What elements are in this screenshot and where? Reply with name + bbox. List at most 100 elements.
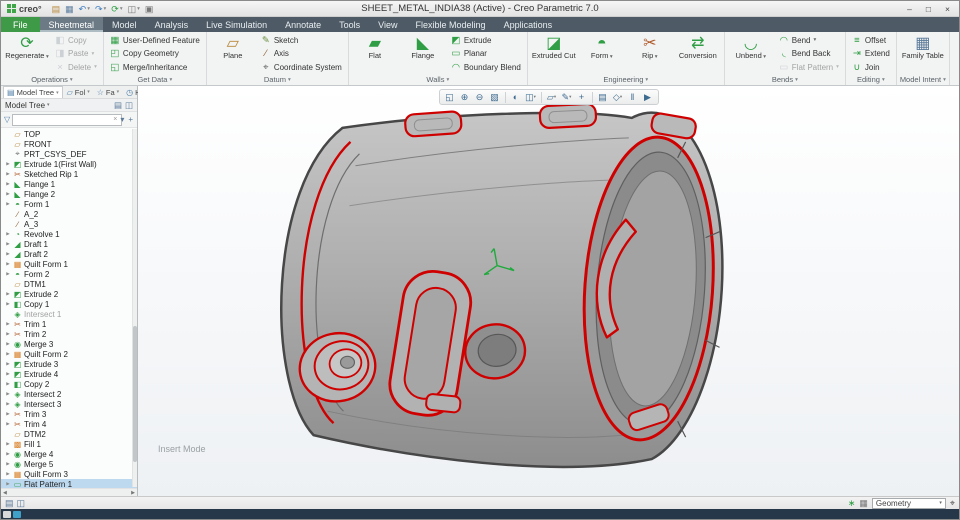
expand-arrow-icon[interactable]: ▶ — [5, 231, 11, 237]
creo-logo[interactable]: creo° — [3, 1, 46, 16]
tree-item-copy-2[interactable]: ▶ ◧ Copy 2 — [1, 379, 137, 389]
close-window-button[interactable]: ▣ — [143, 2, 156, 16]
tree-item-a-3[interactable]: ∕ A_3 — [1, 219, 137, 229]
scroll-left-icon[interactable]: ◀ — [3, 490, 7, 496]
tab-analysis[interactable]: Analysis — [146, 17, 198, 32]
regenerate-button[interactable]: ⟳ Regenerate ▾ — [4, 33, 50, 74]
bend-back-button[interactable]: ◟ Bend Back — [776, 47, 842, 60]
save-button[interactable]: ▦ — [63, 2, 76, 16]
group-label-datum[interactable]: Datum ▾ — [210, 74, 345, 85]
copy-button[interactable]: ◧ Copy — [52, 34, 100, 47]
pause-button[interactable]: ‖ — [626, 91, 640, 104]
tab-view[interactable]: View — [369, 17, 406, 32]
search-options-icon[interactable]: ▾ — [119, 115, 125, 124]
tree-item-trim-2[interactable]: ▶ ✂ Trim 2 — [1, 329, 137, 339]
tree-item-merge-3[interactable]: ▶ ◉ Merge 3 — [1, 339, 137, 349]
tree-item-sketched-rip-1[interactable]: ▶ ✂ Sketched Rip 1 — [1, 169, 137, 179]
tree-vertical-scrollbar[interactable] — [132, 129, 137, 487]
regenerate-quick-button[interactable]: ⟳ ▾ — [109, 2, 124, 16]
expand-arrow-icon[interactable]: ▶ — [5, 371, 11, 377]
expand-arrow-icon[interactable]: ▶ — [5, 381, 11, 387]
extruded-cut-button[interactable]: ◪ Extruded Cut — [531, 33, 577, 74]
tab-flexible-modeling[interactable]: Flexible Modeling — [407, 17, 495, 32]
panel-tab-model-tree[interactable]: ▤ Model Tree ▾ — [3, 86, 63, 98]
expand-arrow-icon[interactable]: ▶ — [5, 171, 11, 177]
expand-arrow-icon[interactable]: ▶ — [5, 321, 11, 327]
form-button[interactable]: ◓ Form ▾ — [579, 33, 625, 74]
tree-item-dtm2[interactable]: ▱ DTM2 — [1, 429, 137, 439]
group-label-get-data[interactable]: Get Data ▾ — [107, 74, 203, 85]
tree-item-quilt-form-2[interactable]: ▶ ▦ Quilt Form 2 — [1, 349, 137, 359]
browser-toggle-icon[interactable]: ◫ — [17, 498, 26, 509]
tree-item-front[interactable]: ▱ FRONT — [1, 139, 137, 149]
datum-display-button[interactable]: ▱ ▾ — [545, 91, 559, 104]
shading-with-edges-button[interactable]: ◐ — [509, 91, 523, 104]
repaint-button[interactable]: ▧ — [488, 91, 502, 104]
expand-arrow-icon[interactable]: ▶ — [5, 441, 11, 447]
window-maximize-button[interactable]: □ — [919, 2, 938, 16]
expand-arrow-icon[interactable]: ▶ — [5, 471, 11, 477]
tree-item-merge-4[interactable]: ▶ ◉ Merge 4 — [1, 449, 137, 459]
expand-arrow-icon[interactable]: ▶ — [5, 271, 11, 277]
paste-button[interactable]: ◨ Paste ▾ — [52, 47, 100, 60]
extend-button[interactable]: ⇥ Extend — [849, 47, 893, 60]
saved-orientations-button[interactable]: ◇ ▾ — [611, 91, 625, 104]
expand-arrow-icon[interactable]: ▶ — [5, 161, 11, 167]
task-item-1[interactable] — [3, 510, 11, 518]
tree-item-extrude-4[interactable]: ▶ ◩ Extrude 4 — [1, 369, 137, 379]
tree-item-quilt-form-3[interactable]: ▶ ▦ Quilt Form 3 — [1, 469, 137, 479]
expand-arrow-icon[interactable]: ▶ — [5, 391, 11, 397]
group-label-bends[interactable]: Bends ▾ — [728, 74, 842, 85]
window-close-button[interactable]: × — [938, 2, 957, 16]
boundary-blend-button[interactable]: ◠ Boundary Blend — [448, 61, 524, 74]
tab-model[interactable]: Model — [103, 17, 146, 32]
add-filter-icon[interactable]: + — [127, 115, 134, 124]
expand-arrow-icon[interactable]: ▶ — [5, 181, 11, 187]
tree-horizontal-scrollbar[interactable]: ◀ ▶ — [1, 488, 137, 496]
tab-live-simulation[interactable]: Live Simulation — [197, 17, 276, 32]
offset-button[interactable]: ≡ Offset — [849, 34, 893, 47]
tree-item-draft-2[interactable]: ▶ ◢ Draft 2 — [1, 249, 137, 259]
tree-item-intersect-2[interactable]: ▶ ◈ Intersect 2 — [1, 389, 137, 399]
selection-buffer-icon[interactable]: ▦ — [859, 498, 868, 509]
group-label-operations[interactable]: Operations ▾ — [4, 74, 100, 85]
tree-item-prt-csys-def[interactable]: ⌖ PRT_CSYS_DEF — [1, 149, 137, 159]
tree-item-flange-2[interactable]: ▶ ◣ Flange 2 — [1, 189, 137, 199]
tree-layout-icon[interactable]: ◫ — [125, 100, 133, 111]
expand-arrow-icon[interactable]: ▶ — [5, 251, 11, 257]
find-icon[interactable]: ⌖ — [950, 498, 955, 509]
tree-item-trim-1[interactable]: ▶ ✂ Trim 1 — [1, 319, 137, 329]
zoom-in-button[interactable]: ⊕ — [458, 91, 472, 104]
graphics-viewport[interactable]: ◱ ⊕ ⊖ ▧ ◐ ◫ ▾ ▱ ▾ ✎ ▾ + ▤ ◇ ▾ ‖ ▶ Insert Mode — [138, 86, 959, 496]
tree-item-intersect-1[interactable]: ◈ Intersect 1 — [1, 309, 137, 319]
tree-item-a-2[interactable]: ∕ A_2 — [1, 209, 137, 219]
group-label-model-intent[interactable]: Model Intent ▾ — [900, 74, 946, 85]
display-style-button[interactable]: ◫ ▾ — [524, 91, 538, 104]
tab-applications[interactable]: Applications — [495, 17, 562, 32]
flange-button[interactable]: ◣ Flange — [400, 33, 446, 74]
window-minimize-button[interactable]: – — [900, 2, 919, 16]
user-defined-feature-button[interactable]: ▦ User-Defined Feature — [107, 34, 203, 47]
task-item-2[interactable] — [13, 510, 21, 518]
tree-item-extrude-2[interactable]: ▶ ◩ Extrude 2 — [1, 289, 137, 299]
join-button[interactable]: ∪ Join — [849, 61, 893, 74]
clear-search-icon[interactable]: × — [113, 116, 117, 123]
copy-geometry-button[interactable]: ◰ Copy Geometry — [107, 47, 203, 60]
play-button[interactable]: ▶ — [641, 91, 655, 104]
unbend-button[interactable]: ◡ Unbend ▾ — [728, 33, 774, 74]
planar-button[interactable]: ▭ Planar — [448, 47, 524, 60]
tree-item-quilt-form-1[interactable]: ▶ ▦ Quilt Form 1 — [1, 259, 137, 269]
tab-annotate[interactable]: Annotate — [276, 17, 330, 32]
expand-arrow-icon[interactable]: ▶ — [5, 241, 11, 247]
zoom-out-button[interactable]: ⊖ — [473, 91, 487, 104]
tree-item-trim-3[interactable]: ▶ ✂ Trim 3 — [1, 409, 137, 419]
tree-item-flange-1[interactable]: ▶ ◣ Flange 1 — [1, 179, 137, 189]
expand-arrow-icon[interactable]: ▶ — [5, 291, 11, 297]
expand-arrow-icon[interactable]: ▶ — [5, 341, 11, 347]
open-button[interactable]: ▤ — [50, 2, 63, 16]
sheet-metal-part[interactable] — [280, 102, 724, 469]
tree-item-draft-1[interactable]: ▶ ◢ Draft 1 — [1, 239, 137, 249]
regen-status-icon[interactable]: ∗ — [848, 498, 856, 509]
group-label-walls[interactable]: Walls ▾ — [352, 74, 524, 85]
tree-search-input[interactable] — [12, 113, 123, 126]
